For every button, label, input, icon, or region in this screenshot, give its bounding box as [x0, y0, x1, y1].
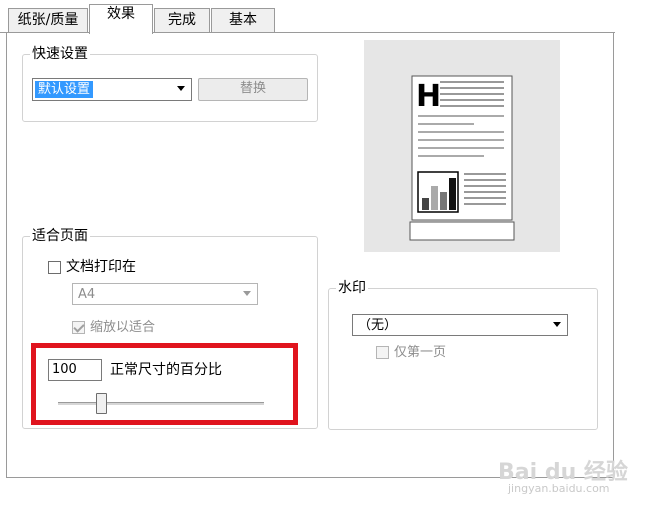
scale-to-fit-checkbox[interactable]	[72, 321, 85, 334]
page-preview: H	[364, 40, 560, 252]
document-preview-icon: H	[409, 75, 515, 241]
print-document-on-label: 文档打印在	[66, 259, 136, 275]
fit-page-title: 适合页面	[30, 228, 90, 244]
check-icon	[73, 321, 85, 333]
watermark-value: （无）	[358, 318, 398, 333]
quick-settings-select[interactable]: 默认设置	[32, 78, 192, 101]
annotation-highlight-box	[31, 343, 298, 425]
tab-basic[interactable]: 基本	[211, 8, 275, 32]
tab-label: 完成	[168, 12, 196, 28]
watermark-url: jingyan.baidu.com	[508, 482, 610, 495]
paper-size-select[interactable]: A4	[72, 283, 258, 305]
chevron-down-icon	[243, 291, 251, 296]
replace-button[interactable]: 替换	[198, 78, 308, 101]
watermark-title: 水印	[336, 280, 368, 296]
tab-label: 基本	[229, 12, 257, 28]
replace-button-label: 替换	[239, 81, 266, 96]
tab-effects[interactable]: 效果	[89, 4, 153, 34]
preview-heading: H	[416, 79, 441, 114]
watermark-group	[328, 288, 598, 430]
quick-settings-title: 快速设置	[30, 46, 90, 62]
tab-label: 纸张/质量	[17, 12, 79, 28]
watermark-select[interactable]: （无）	[352, 314, 568, 336]
scale-to-fit-label: 缩放以适合	[90, 320, 156, 335]
print-document-on-checkbox[interactable]	[48, 261, 61, 274]
first-page-only-label: 仅第一页	[394, 345, 447, 360]
quick-settings-value: 默认设置	[35, 81, 94, 98]
tab-label: 效果	[107, 6, 135, 22]
tab-paper-quality[interactable]: 纸张/质量	[8, 8, 88, 32]
tab-finishing[interactable]: 完成	[154, 8, 210, 32]
chevron-down-icon	[553, 322, 561, 327]
paper-size-value: A4	[78, 287, 96, 302]
chevron-down-icon	[177, 86, 185, 91]
first-page-only-checkbox[interactable]	[376, 346, 389, 359]
